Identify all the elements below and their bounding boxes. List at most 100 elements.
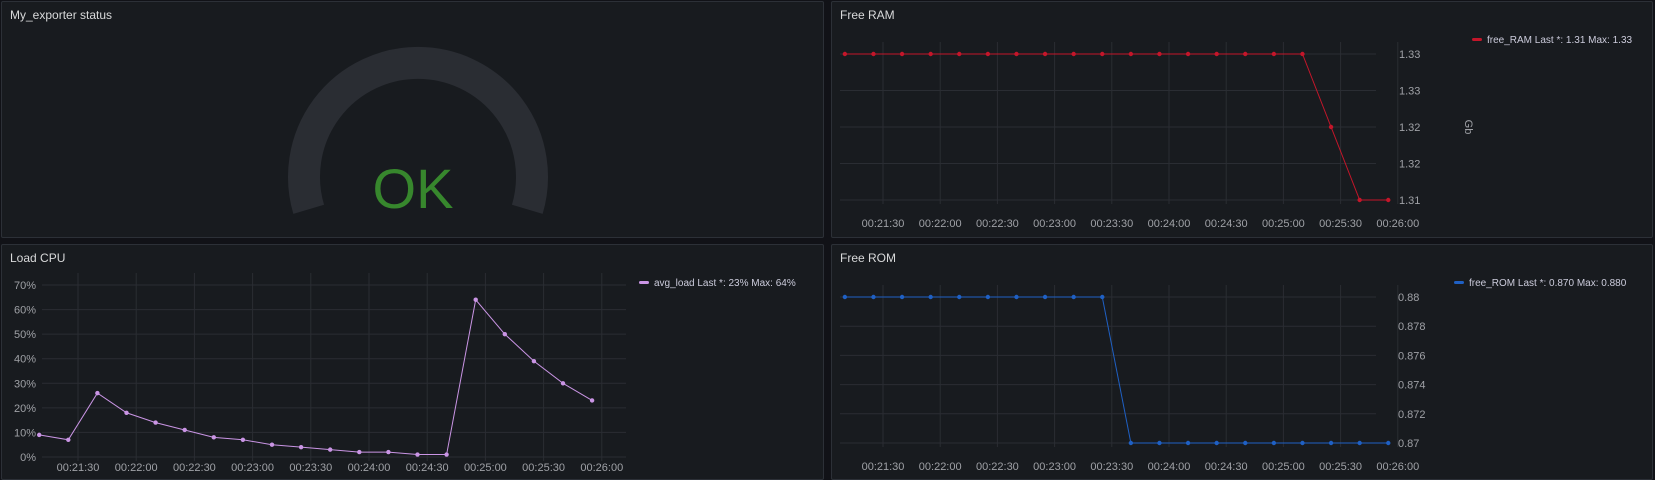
data-point xyxy=(1300,440,1305,446)
x-tick-label: 00:22:30 xyxy=(976,461,1019,473)
x-tick-label: 00:24:30 xyxy=(406,462,449,474)
y-tick-label: 1.33 xyxy=(1399,86,1420,98)
data-point xyxy=(1128,51,1134,57)
data-point xyxy=(211,435,216,440)
data-point xyxy=(531,358,537,364)
load-cpu-chart: 00:21:30 00:22:00 00:22:30 00:23:00 00:23:30… xyxy=(14,273,796,474)
legend-item[interactable]: free_RAM Last *: 1.31 Max: 1.33 xyxy=(1472,35,1633,46)
data-point xyxy=(871,51,876,57)
y-tick-label: 70% xyxy=(14,280,36,292)
x-tick-label: 00:24:00 xyxy=(1148,218,1191,230)
data-point xyxy=(415,452,420,457)
x-tick-label: 00:21:30 xyxy=(57,462,100,474)
data-point xyxy=(899,51,905,57)
y-tick-label: 1.32 xyxy=(1399,159,1420,171)
data-point xyxy=(1014,294,1019,300)
x-tick-label: 00:22:30 xyxy=(976,218,1019,230)
data-point xyxy=(560,381,566,386)
legend-swatch xyxy=(1472,38,1482,41)
data-point xyxy=(444,452,449,457)
free-ram-chart: 00:21:30 00:22:00 00:22:30 00:23:00 00:23:30… xyxy=(840,35,1633,230)
legend-item[interactable]: avg_load Last *: 23% Max: 64% xyxy=(639,278,796,289)
data-point xyxy=(502,331,507,337)
legend-label: free_ROM Last *: 0.870 Max: 0.880 xyxy=(1469,278,1627,289)
y-tick-label: 0% xyxy=(20,452,36,464)
x-tick-label: 00:25:00 xyxy=(464,462,507,474)
data-point xyxy=(386,449,391,455)
data-point xyxy=(1271,51,1277,57)
data-point xyxy=(1100,51,1105,57)
status-panel: My_exporter status OK xyxy=(1,1,824,238)
y-tick-label: 30% xyxy=(14,378,36,390)
data-point xyxy=(1214,440,1219,446)
x-tick-label: 00:25:30 xyxy=(522,462,565,474)
data-point xyxy=(957,294,962,300)
y-tick-label: 0.87 xyxy=(1398,438,1419,450)
data-point xyxy=(899,294,905,300)
free-rom-chart: 00:21:30 00:22:00 00:22:30 00:23:00 00:23:30… xyxy=(840,278,1627,473)
data-point xyxy=(1386,197,1391,203)
data-point xyxy=(928,294,933,300)
data-point xyxy=(871,294,876,300)
y-tick-label: 0.874 xyxy=(1398,380,1426,392)
y-tick-label: 0.878 xyxy=(1398,321,1426,333)
data-point xyxy=(957,51,962,57)
data-point xyxy=(1157,51,1162,57)
legend-swatch xyxy=(1454,281,1464,284)
x-tick-label: 00:23:30 xyxy=(1090,218,1133,230)
y-tick-label: 10% xyxy=(14,427,36,439)
x-tick-label: 00:23:30 xyxy=(1090,461,1133,473)
data-point xyxy=(328,447,333,452)
x-tick-label: 00:24:30 xyxy=(1205,461,1248,473)
x-tick-label: 00:26:00 xyxy=(1376,218,1419,230)
data-point xyxy=(842,294,848,300)
y-tick-label: 0.88 xyxy=(1398,292,1419,304)
data-point xyxy=(842,51,848,57)
x-tick-label: 00:22:00 xyxy=(919,461,962,473)
data-point xyxy=(269,442,275,447)
data-point xyxy=(589,398,595,403)
x-tick-label: 00:23:30 xyxy=(289,462,332,474)
data-point xyxy=(66,437,71,442)
data-point xyxy=(1214,51,1219,57)
free-rom-panel: Free ROM 00:21:30 00:22:00 00:22:30 00:23:0… xyxy=(831,244,1653,480)
legend-label: avg_load Last *: 23% Max: 64% xyxy=(654,278,796,289)
data-point xyxy=(357,449,362,455)
y-axis-unit: Gb xyxy=(1462,120,1474,135)
x-tick-label: 00:22:00 xyxy=(115,462,158,474)
series-line xyxy=(39,298,593,456)
data-point xyxy=(1328,440,1334,446)
data-point xyxy=(1014,51,1019,57)
data-point xyxy=(1300,51,1305,57)
y-tick-label: 1.32 xyxy=(1399,122,1420,134)
data-point xyxy=(1271,440,1277,446)
data-point xyxy=(1071,294,1076,300)
x-tick-label: 00:23:00 xyxy=(1033,218,1076,230)
legend-item[interactable]: free_ROM Last *: 0.870 Max: 0.880 xyxy=(1454,278,1627,289)
legend-swatch xyxy=(639,281,649,284)
data-point xyxy=(153,420,158,425)
x-tick-label: 00:25:30 xyxy=(1319,461,1362,473)
y-tick-label: 0.876 xyxy=(1398,350,1426,362)
data-point xyxy=(985,294,991,300)
series-line xyxy=(844,296,1389,444)
x-tick-label: 00:22:00 xyxy=(919,218,962,230)
x-tick-label: 00:24:30 xyxy=(1205,218,1248,230)
y-tick-label: 0.872 xyxy=(1398,409,1426,421)
data-point xyxy=(1042,294,1048,300)
data-point xyxy=(37,432,42,438)
data-point xyxy=(1243,51,1248,57)
data-point xyxy=(1357,197,1362,203)
data-point xyxy=(1185,51,1191,57)
data-point xyxy=(928,51,933,57)
data-point xyxy=(240,437,246,442)
x-tick-label: 00:26:00 xyxy=(580,462,623,474)
data-point xyxy=(1157,440,1162,446)
x-tick-label: 00:23:00 xyxy=(231,462,274,474)
y-tick-label: 20% xyxy=(14,403,36,415)
data-point xyxy=(95,390,100,396)
y-tick-label: 40% xyxy=(14,354,36,366)
data-point xyxy=(1386,440,1391,446)
y-tick-label: 1.31 xyxy=(1399,195,1420,207)
data-point xyxy=(1357,440,1362,446)
